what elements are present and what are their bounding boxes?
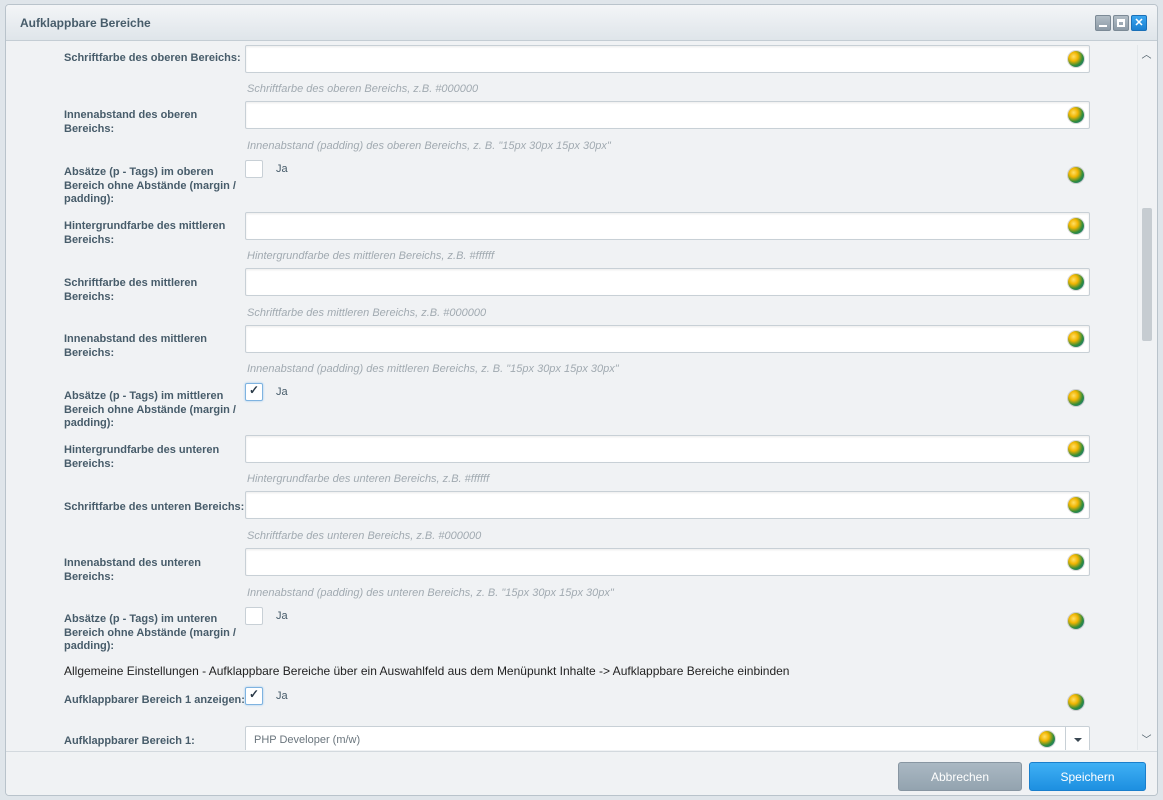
globe-icon[interactable] [1068,167,1084,183]
dialog-footer: Abbrechen Speichern [6,751,1157,795]
select-value: PHP Developer (m/w) [254,734,361,746]
section-title: Allgemeine Einstellungen - Aufklappbare … [64,664,790,678]
font-color-top-input[interactable] [252,47,1052,71]
font-color-bottom-input[interactable] [252,493,1052,517]
text-field-bg-color-bottom[interactable] [245,435,1090,463]
text-field-font-color-top[interactable] [245,45,1090,73]
checkbox-label: Ja [276,690,288,702]
maximize-icon [1117,19,1125,27]
font-color-middle-input[interactable] [252,270,1052,294]
save-button[interactable]: Speichern [1029,762,1146,791]
checkmark-icon: ✓ [249,687,260,701]
bg-color-middle-input[interactable] [252,214,1052,238]
checkbox-label: Ja [276,163,288,175]
globe-icon[interactable] [1068,331,1084,347]
globe-icon[interactable] [1068,51,1084,67]
field-label: Absätze (p - Tags) im unteren Bereich oh… [64,613,236,652]
field-label: Schriftfarbe des mittleren Bereichs: [64,277,198,303]
close-button[interactable]: ✕ [1131,15,1147,31]
field-label: Innenabstand des oberen Bereichs: [64,109,198,135]
form-content: Schriftfarbe des oberen Bereichs: Schrif… [11,45,1142,750]
checkbox-label: Ja [276,610,288,622]
field-label: Aufklappbarer Bereich 1 anzeigen: [64,694,245,706]
field-label: Hintergrundfarbe des mittleren Bereichs: [64,220,226,246]
text-field-bg-color-middle[interactable] [245,212,1090,240]
minimize-icon [1099,25,1107,27]
bg-color-bottom-input[interactable] [252,437,1052,461]
checkbox-paragraphs-middle[interactable]: ✓ [245,383,263,401]
dropdown-toggle[interactable] [1065,727,1089,750]
field-label: Hintergrundfarbe des unteren Bereichs: [64,444,220,470]
field-hint: Innenabstand (padding) des oberen Bereic… [247,140,611,152]
field-label: Schriftfarbe des unteren Bereichs: [64,501,245,513]
checkbox-paragraphs-top[interactable] [245,160,263,178]
padding-top-input[interactable] [252,103,1052,127]
globe-icon[interactable] [1068,441,1084,457]
globe-icon[interactable] [1068,694,1084,710]
checkbox-label: Ja [276,386,288,398]
select-area-1[interactable]: PHP Developer (m/w) [245,726,1090,750]
text-field-padding-bottom[interactable] [245,548,1090,576]
globe-icon[interactable] [1068,218,1084,234]
padding-bottom-input[interactable] [252,550,1052,574]
field-label: Absätze (p - Tags) im oberen Bereich ohn… [64,166,236,205]
window-controls: ✕ [1095,15,1147,31]
chevron-up-icon[interactable]: ︿ [1138,49,1155,63]
globe-icon[interactable] [1068,107,1084,123]
field-label: Innenabstand des unteren Bereichs: [64,557,201,583]
globe-icon[interactable] [1068,497,1084,513]
globe-icon[interactable] [1068,613,1084,629]
close-icon: ✕ [1134,17,1144,29]
padding-middle-input[interactable] [252,327,1052,351]
checkbox-paragraphs-bottom[interactable] [245,607,263,625]
minimize-button[interactable] [1095,15,1111,31]
globe-icon[interactable] [1068,274,1084,290]
window-title: Aufklappbare Bereiche [20,16,151,30]
field-hint: Schriftfarbe des oberen Bereichs, z.B. #… [247,83,479,95]
globe-icon[interactable] [1068,554,1084,570]
field-hint: Innenabstand (padding) des unteren Berei… [247,587,614,599]
cancel-button[interactable]: Abbrechen [898,762,1022,791]
globe-icon[interactable] [1039,731,1055,747]
field-hint: Schriftfarbe des unteren Bereichs, z.B. … [247,530,482,542]
text-field-font-color-middle[interactable] [245,268,1090,296]
field-label: Absätze (p - Tags) im mittleren Bereich … [64,390,236,429]
chevron-down-icon [1074,738,1082,742]
checkmark-icon: ✓ [249,383,260,397]
scrollbar-thumb[interactable] [1142,208,1152,341]
field-hint: Innenabstand (padding) des mittleren Ber… [247,363,619,375]
field-label: Schriftfarbe des oberen Bereichs: [64,52,241,64]
text-field-padding-middle[interactable] [245,325,1090,353]
field-hint: Hintergrundfarbe des unteren Bereichs, z… [247,473,490,485]
field-label: Innenabstand des mittleren Bereichs: [64,333,208,359]
dialog-window: Aufklappbare Bereiche ✕ Schriftfarbe des… [5,4,1158,796]
checkbox-show-area-1[interactable]: ✓ [245,687,263,705]
field-hint: Schriftfarbe des mittleren Bereichs, z.B… [247,307,487,319]
maximize-button[interactable] [1113,15,1129,31]
chevron-down-icon[interactable]: ﹀ [1138,734,1155,748]
title-bar[interactable]: Aufklappbare Bereiche ✕ [6,5,1157,41]
globe-icon[interactable] [1068,390,1084,406]
field-label: Aufklappbarer Bereich 1: [64,735,195,747]
vertical-scrollbar[interactable]: ︿ ﹀ [1137,45,1154,750]
text-field-padding-top[interactable] [245,101,1090,129]
text-field-font-color-bottom[interactable] [245,491,1090,519]
field-hint: Hintergrundfarbe des mittleren Bereichs,… [247,250,495,262]
